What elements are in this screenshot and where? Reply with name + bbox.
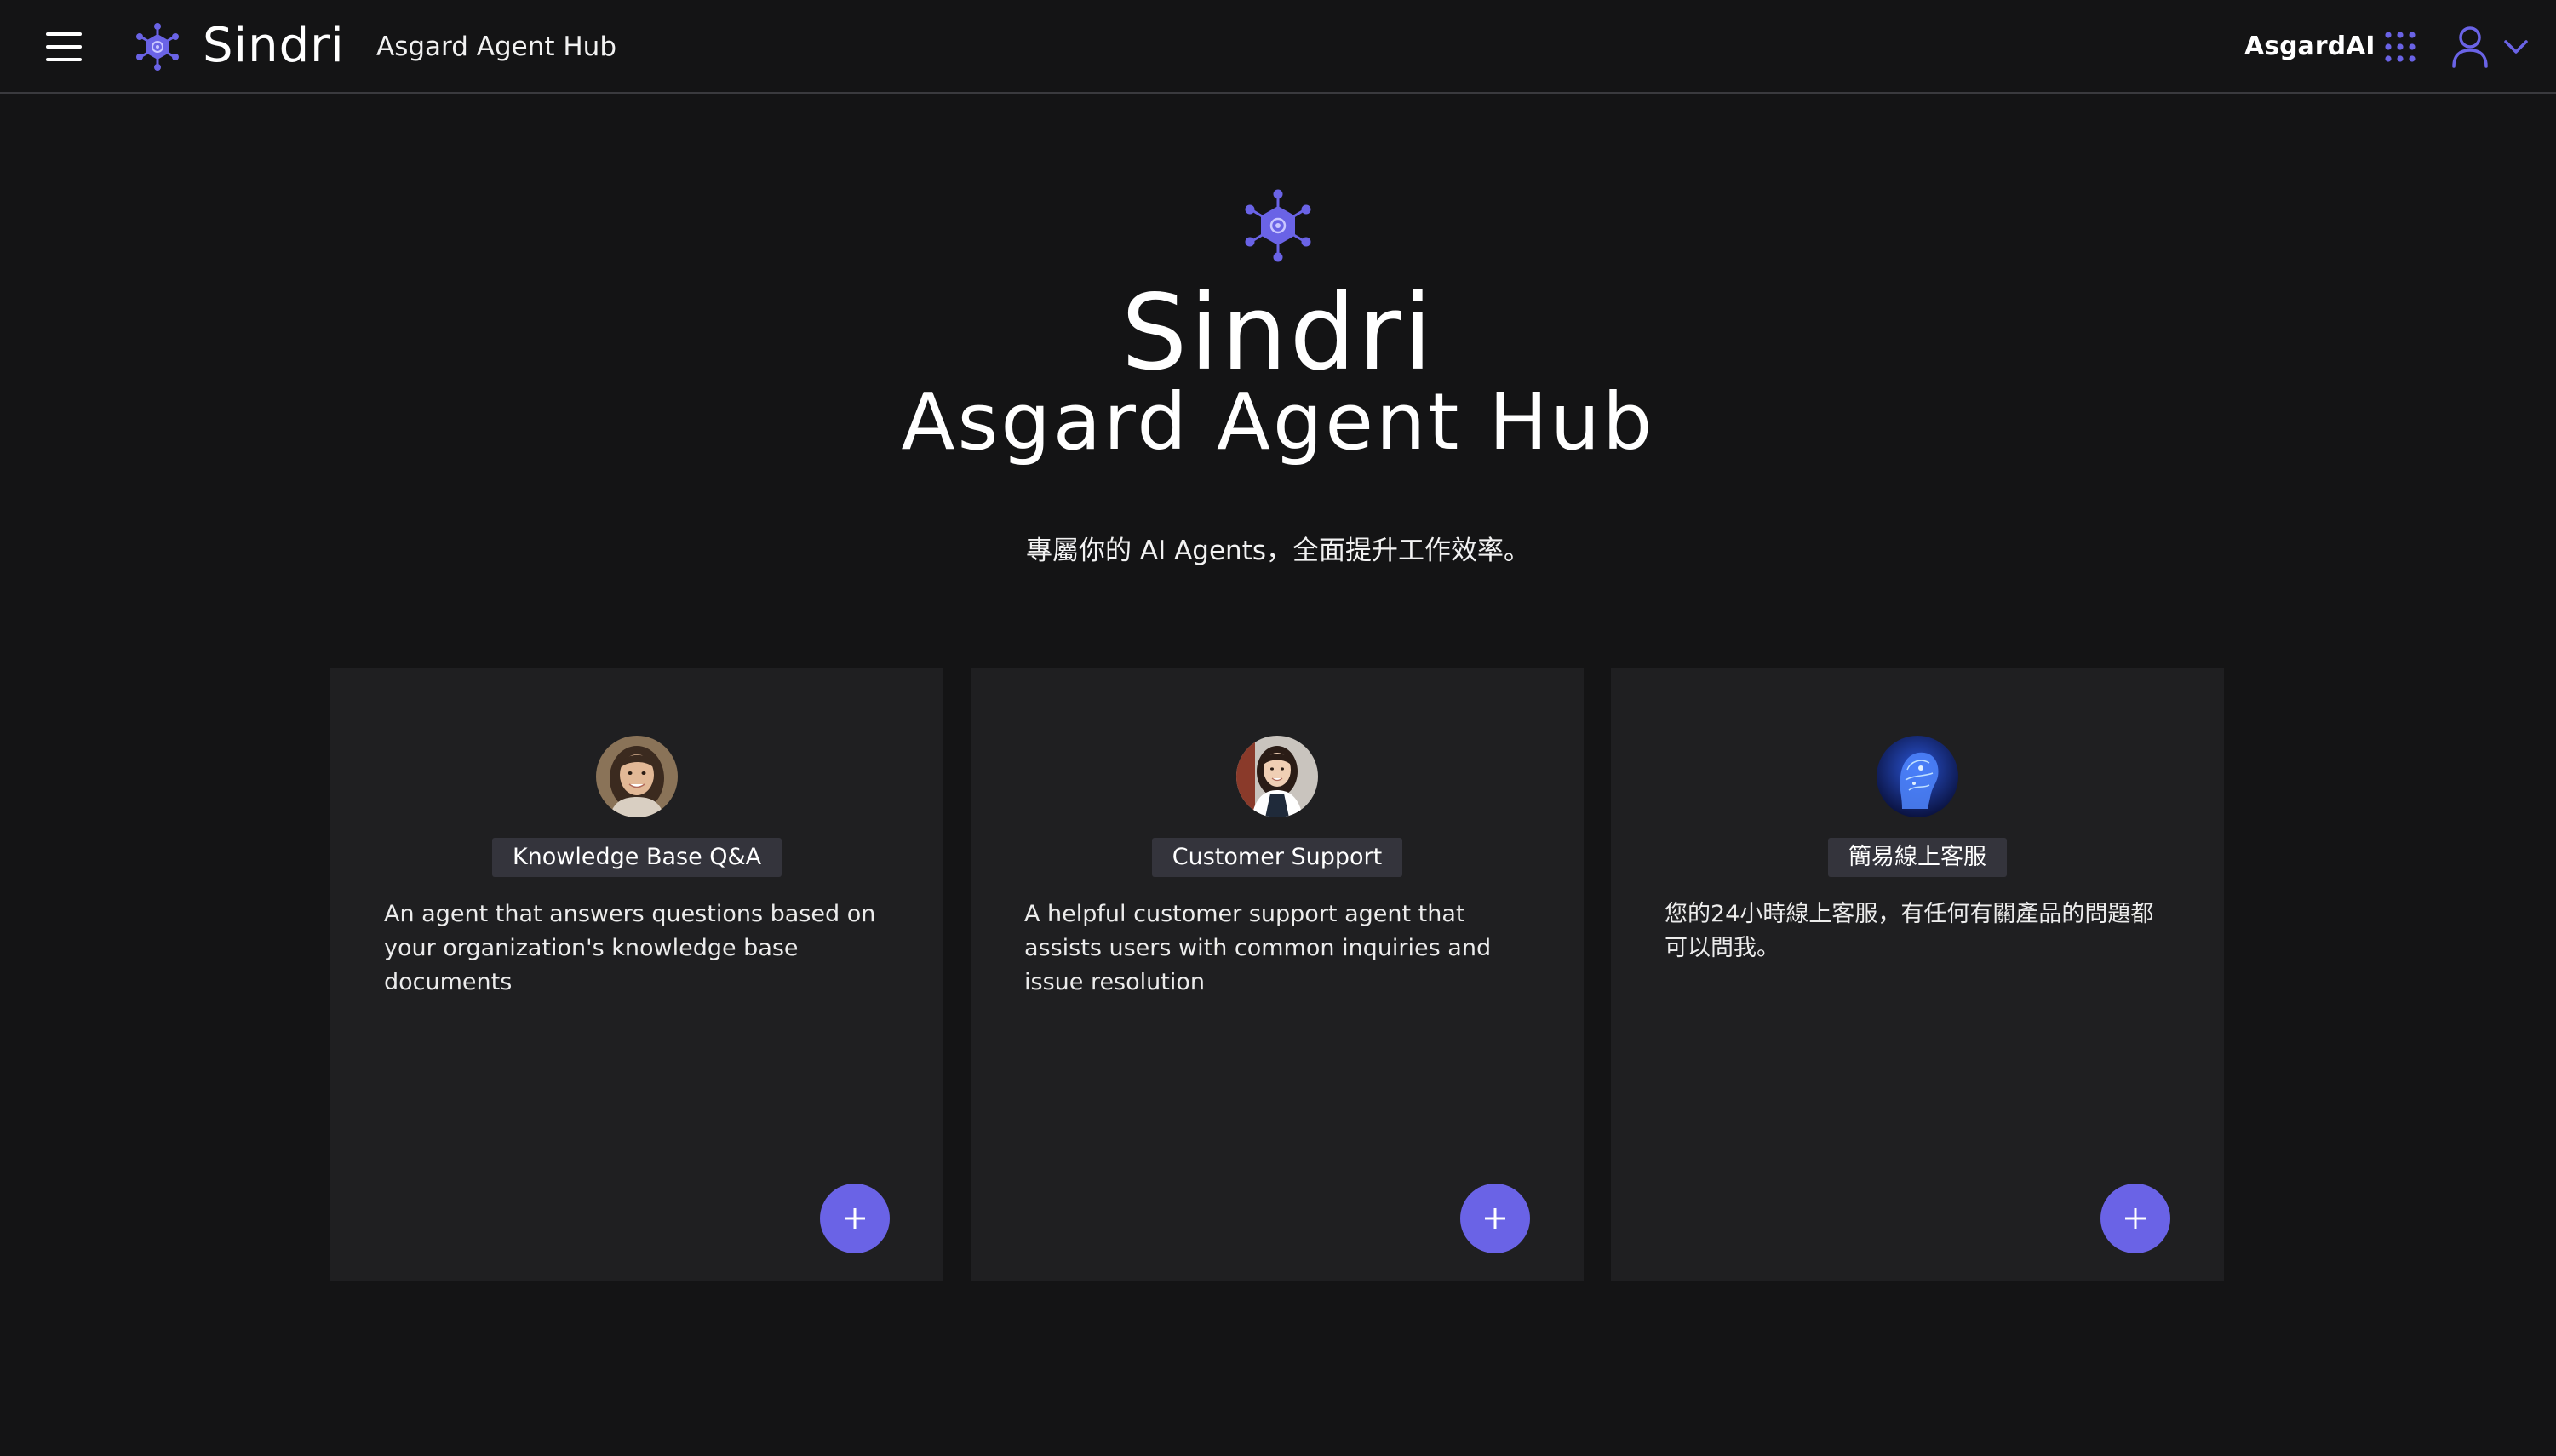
agent-description: A helpful customer support agent that as… xyxy=(1024,901,1492,995)
brand-name[interactable]: Sindri xyxy=(203,14,345,78)
agent-name-tag: Customer Support xyxy=(1151,838,1403,877)
agent-card-knowledge-base[interactable]: Knowledge Base Q&A An agent that answers… xyxy=(330,668,943,1281)
add-agent-button[interactable] xyxy=(820,1184,890,1253)
agent-name-tag: 簡易線上客服 xyxy=(1828,838,2007,877)
menu-icon[interactable] xyxy=(46,31,83,63)
ai-head-avatar xyxy=(1877,736,1958,817)
agent-name-tag: Knowledge Base Q&A xyxy=(491,838,782,877)
agent-card-customer-support[interactable]: Customer Support A helpful customer supp… xyxy=(971,668,1584,1281)
hero-tagline: 專屬你的 AI Agents，全面提升工作效率。 xyxy=(1026,536,1530,566)
user-icon[interactable] xyxy=(2450,26,2490,68)
agent-description: 您的24小時線上客服，有任何有關產品的問題都可以問我。 xyxy=(1665,901,2154,961)
sindri-hub-logo-icon xyxy=(1245,189,1311,262)
top-bar: Sindri Asgard Agent Hub AsgardAI xyxy=(0,0,2556,94)
support-woman-avatar xyxy=(1236,736,1318,817)
brand-subtitle: Asgard Agent Hub xyxy=(376,32,617,62)
sindri-logo-icon[interactable] xyxy=(133,22,182,72)
apps-grid-icon[interactable] xyxy=(2384,31,2416,63)
agent-card-online-service[interactable]: 簡易線上客服 您的24小時線上客服，有任何有關產品的問題都可以問我。 xyxy=(1611,668,2224,1281)
organization-name[interactable]: AsgardAI xyxy=(2244,26,2375,68)
add-agent-button[interactable] xyxy=(1460,1184,1530,1253)
woman-portrait-avatar xyxy=(596,736,678,817)
hero-subtitle: Asgard Agent Hub xyxy=(901,376,1655,467)
agent-description: An agent that answers questions based on… xyxy=(384,901,876,995)
add-agent-button[interactable] xyxy=(2100,1184,2170,1253)
chevron-down-icon[interactable] xyxy=(2503,37,2529,56)
